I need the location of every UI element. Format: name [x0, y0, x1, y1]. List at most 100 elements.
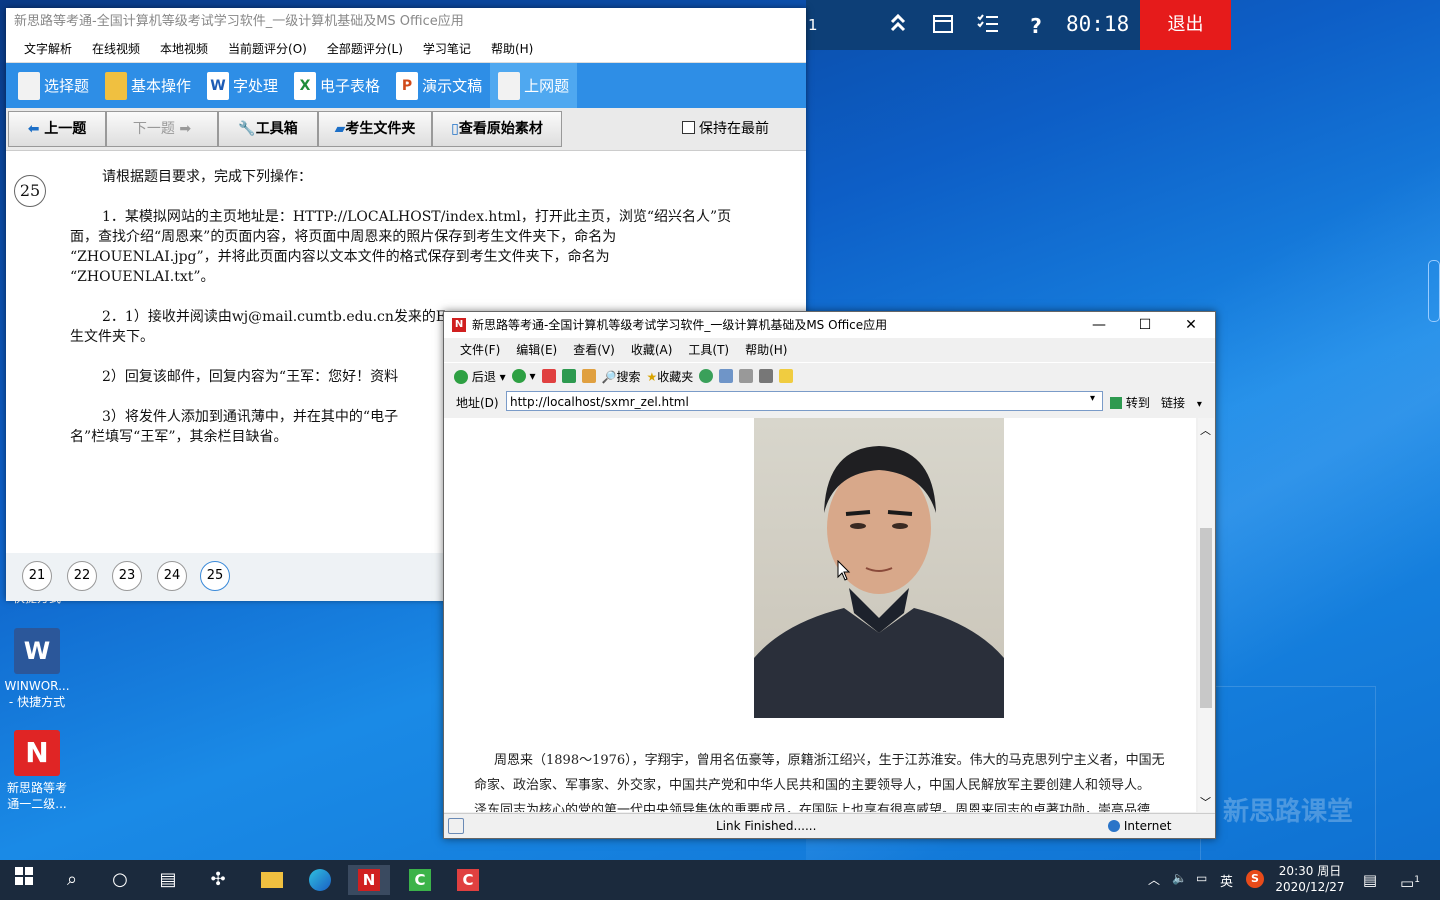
minimize-icon[interactable]: —	[1076, 312, 1122, 338]
menu-score-all[interactable]: 全部题评分(L)	[317, 36, 413, 62]
notification-center-icon[interactable]: ▭1	[1392, 865, 1428, 895]
view-material-button[interactable]: ▯查看原始素材	[432, 111, 562, 147]
status-bar: Link Finished...... Internet	[444, 813, 1215, 838]
module-internet[interactable]: 上网题	[490, 63, 578, 108]
portrait-photo[interactable]	[754, 418, 1004, 718]
search-icon: 🔎	[601, 369, 617, 384]
button-label: 考生文件夹	[345, 121, 416, 137]
desktop-icon-xinsilu[interactable]: N 新思路等考 通一二级...	[4, 730, 70, 812]
browser-title: 新思路等考通-全国计算机等级考试学习软件_一级计算机基础及MS Office应用	[472, 318, 888, 332]
document-icon	[498, 71, 521, 100]
desktop-icon-label: WINWOR... - 快捷方式	[4, 679, 70, 709]
page-button[interactable]: 23	[112, 561, 142, 591]
window-icon[interactable]	[929, 12, 957, 40]
module-choice[interactable]: 选择题	[10, 63, 97, 108]
menu-view[interactable]: 查看(V)	[565, 338, 623, 362]
help-icon[interactable]: ?	[1022, 12, 1050, 40]
maximize-icon[interactable]: ☐	[1122, 312, 1168, 338]
notes-icon[interactable]: ▤	[1352, 865, 1388, 895]
question-text: “ZHOUENLAI.txt”。	[70, 269, 215, 285]
arrow-left-icon: ⬅	[27, 121, 40, 137]
scroll-up-icon[interactable]: ︿	[1200, 422, 1211, 438]
module-word[interactable]: W 字处理	[199, 63, 286, 108]
volume-icon[interactable]: 🔈	[1172, 871, 1187, 885]
checkbox-box[interactable]	[682, 121, 695, 134]
toolbox-button[interactable]: 🔧工具箱	[218, 111, 318, 147]
module-ppt[interactable]: P 演示文稿	[388, 63, 490, 108]
exit-button[interactable]: 退出	[1140, 0, 1231, 50]
next-question-button[interactable]: 下一题 ➡	[106, 111, 218, 147]
refresh-icon[interactable]	[561, 369, 576, 383]
task-view-icon[interactable]: ▤	[150, 865, 186, 895]
go-button[interactable]: 转到	[1110, 394, 1150, 411]
windows-start-icon[interactable]	[6, 865, 42, 895]
word-icon: W	[14, 628, 60, 674]
page-button[interactable]: 22	[67, 561, 97, 591]
history-icon[interactable]	[699, 369, 714, 383]
menu-help[interactable]: 帮助(H)	[737, 338, 795, 362]
menu-score-current[interactable]: 当前题评分(O)	[218, 36, 317, 62]
edge-scroll-handle[interactable]	[1428, 260, 1440, 322]
powerpoint-icon: P	[396, 71, 419, 100]
menu-tools[interactable]: 工具(T)	[680, 338, 737, 362]
ime-indicator[interactable]: 英	[1220, 871, 1233, 890]
menu-local-video[interactable]: 本地视频	[150, 36, 218, 62]
checklist-icon[interactable]	[974, 12, 1002, 40]
button-label: 收藏夹	[657, 369, 694, 384]
menu-favorites[interactable]: 收藏(A)	[623, 338, 681, 362]
clock[interactable]: 20:30 周日 2020/12/27	[1274, 863, 1346, 895]
favorites-button[interactable]: ★收藏夹	[647, 368, 694, 385]
biography-text: 周恩来（1898～1976），字翔宇，曾用名伍豪等，原籍浙江绍兴，生于江苏淮安。…	[474, 748, 1196, 812]
camtasia-green-icon[interactable]: C	[402, 865, 438, 895]
student-folder-button[interactable]: ▰考生文件夹	[318, 111, 432, 147]
menu-file[interactable]: 文件(F)	[452, 338, 508, 362]
back-button[interactable]: 后退 ▾	[454, 368, 506, 385]
menu-text-analysis[interactable]: 文字解析	[14, 36, 82, 62]
vertical-scrollbar[interactable]: ︿ ﹀	[1198, 418, 1214, 812]
network-icon[interactable]: ▭	[1196, 871, 1207, 885]
menu-help[interactable]: 帮助(H)	[481, 36, 543, 62]
desktop-icon-winword[interactable]: W WINWOR... - 快捷方式	[4, 628, 70, 710]
chevron-up-icon[interactable]: ︿	[1148, 871, 1160, 888]
page-button[interactable]: 21	[22, 561, 52, 591]
chevron-down-icon[interactable]: ▾	[1090, 393, 1095, 404]
camtasia-red-icon[interactable]: C	[450, 865, 486, 895]
scroll-down-icon[interactable]: ﹀	[1200, 794, 1211, 810]
links-button[interactable]: 链接 ▾	[1161, 394, 1202, 411]
folder-icon[interactable]	[779, 369, 794, 383]
page-content: 周恩来（1898～1976），字翔宇，曾用名伍豪等，原籍浙江绍兴，生于江苏淮安。…	[444, 418, 1196, 812]
menu-study-notes[interactable]: 学习笔记	[413, 36, 481, 62]
page-button-current[interactable]: 25	[200, 561, 230, 591]
button-label: 转到	[1125, 396, 1150, 410]
mail-icon[interactable]	[719, 369, 734, 383]
pinwheel-app-icon[interactable]: ✣	[200, 865, 236, 895]
prev-question-button[interactable]: ⬅ 上一题	[8, 111, 106, 147]
stop-icon[interactable]	[541, 369, 556, 383]
edge-browser-icon[interactable]	[302, 865, 338, 895]
home-icon[interactable]	[581, 369, 596, 383]
edit-icon[interactable]	[759, 369, 774, 383]
partial-number: 1	[808, 16, 818, 34]
address-input[interactable]: http://localhost/sxmr_zel.html	[506, 391, 1103, 411]
double-up-icon[interactable]	[884, 12, 912, 40]
zone-label: Internet	[1123, 819, 1172, 833]
search-button[interactable]: 🔎搜索	[602, 368, 641, 385]
print-icon[interactable]	[739, 369, 754, 383]
search-icon[interactable]: ⌕	[54, 865, 90, 895]
menu-edit[interactable]: 编辑(E)	[508, 338, 565, 362]
xinsilu-taskbar-icon[interactable]: N	[348, 865, 390, 895]
menu-online-video[interactable]: 在线视频	[82, 36, 150, 62]
exam-menu-bar: 文字解析 在线视频 本地视频 当前题评分(O) 全部题评分(L) 学习笔记 帮助…	[6, 36, 806, 63]
close-icon[interactable]: ✕	[1168, 312, 1214, 338]
scroll-thumb[interactable]	[1200, 528, 1212, 708]
countdown-timer: 80:18	[1066, 12, 1130, 36]
page-button[interactable]: 24	[157, 561, 187, 591]
module-excel[interactable]: X 电子表格	[286, 63, 388, 108]
module-basic-ops[interactable]: 基本操作	[97, 63, 199, 108]
button-label: 查看原始素材	[458, 121, 543, 137]
forward-button[interactable]: ▾	[511, 369, 536, 384]
sogou-ime-icon[interactable]: S	[1246, 870, 1264, 888]
keep-front-checkbox[interactable]: 保持在最前	[682, 118, 769, 138]
cortana-icon[interactable]: ○	[102, 865, 138, 895]
file-explorer-icon[interactable]	[254, 865, 290, 895]
